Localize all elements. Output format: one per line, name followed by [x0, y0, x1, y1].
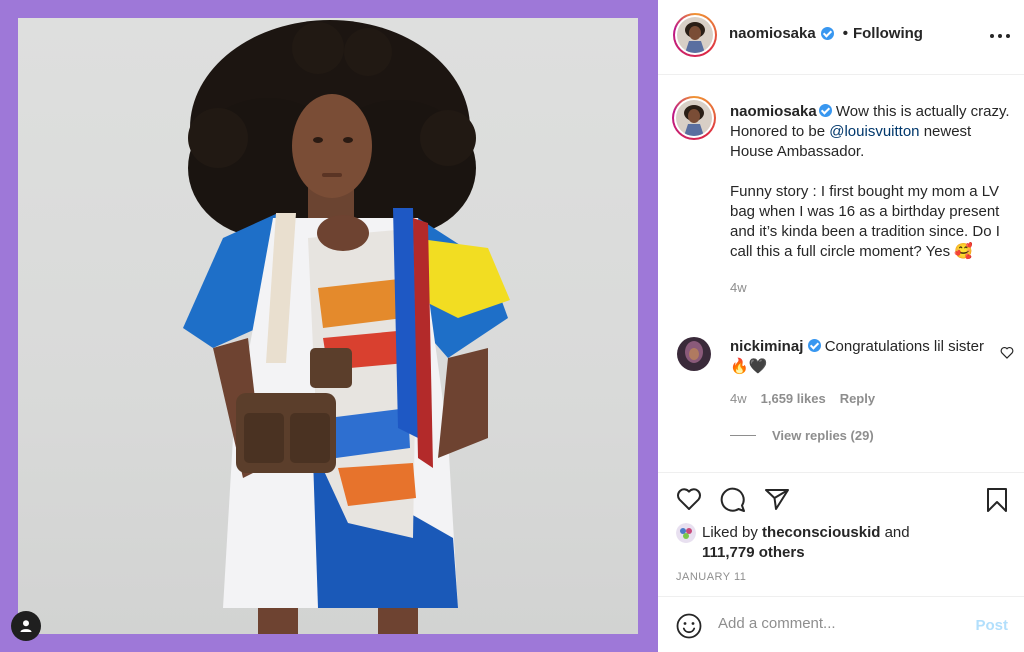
- likes-summary: Liked by theconsciouskid and 111,779 oth…: [676, 523, 910, 563]
- emoji-icon[interactable]: [676, 613, 702, 639]
- photo-frame: [0, 0, 658, 652]
- verified-icon: [818, 104, 832, 117]
- view-replies-button[interactable]: View replies (29): [730, 428, 874, 443]
- avatar-image: [677, 337, 711, 371]
- mention-link[interactable]: @louisvuitton: [829, 123, 919, 140]
- add-comment-bar: Post: [658, 596, 1024, 652]
- caption-timestamp[interactable]: 4w: [730, 278, 1012, 298]
- post-date[interactable]: JANUARY 11: [676, 571, 746, 583]
- photo-illustration: [183, 20, 510, 634]
- heart-icon[interactable]: [676, 487, 702, 511]
- share-icon[interactable]: [764, 487, 790, 511]
- follow-separator: •: [842, 25, 848, 42]
- comment-icon[interactable]: [720, 487, 746, 513]
- post-comment-button[interactable]: Post: [975, 617, 1008, 634]
- user-tag-icon: [20, 620, 32, 632]
- comment-body: nickiminaj Congratulations lil sister 🔥🖤: [730, 337, 990, 377]
- comment-like-heart-icon[interactable]: [1000, 346, 1014, 359]
- author-avatar[interactable]: [673, 13, 717, 57]
- avatar-image: [677, 17, 713, 53]
- author-username[interactable]: naomiosaka: [729, 25, 816, 42]
- verified-icon: [807, 339, 821, 352]
- comment-timestamp[interactable]: 4w: [730, 391, 747, 406]
- tagged-users-button[interactable]: [11, 611, 41, 641]
- post-caption: naomiosaka Wow this is actually crazy. H…: [730, 102, 1012, 298]
- bookmark-icon[interactable]: [986, 487, 1008, 513]
- post-header: naomiosaka • Following: [658, 0, 1024, 75]
- commenter-username[interactable]: nickiminaj: [730, 338, 803, 355]
- comments-list[interactable]: naomiosaka Wow this is actually crazy. H…: [658, 76, 1024, 472]
- comment-likes-count[interactable]: 1,659 likes: [761, 391, 826, 406]
- following-button[interactable]: Following: [853, 25, 923, 42]
- more-options-icon[interactable]: [990, 27, 1010, 45]
- likes-others[interactable]: 111,779 others: [702, 544, 805, 561]
- commenter-avatar[interactable]: [677, 337, 711, 371]
- avatar-image: [676, 523, 696, 543]
- verified-icon: [820, 27, 834, 40]
- comment-meta: 4w 1,659 likes Reply: [730, 391, 875, 406]
- liked-by-user[interactable]: theconsciouskid: [762, 524, 880, 541]
- caption-username[interactable]: naomiosaka: [730, 103, 817, 120]
- avatar-image: [676, 100, 712, 136]
- post-photo[interactable]: [18, 18, 638, 634]
- post-details-panel: naomiosaka • Following naomiosaka Wow th…: [658, 0, 1024, 652]
- caption-author-avatar[interactable]: [672, 96, 716, 140]
- liked-by-suffix: and: [880, 524, 910, 541]
- liker-avatar[interactable]: [676, 523, 696, 543]
- comment-input[interactable]: [718, 615, 958, 632]
- liked-by-prefix: Liked by: [702, 524, 763, 541]
- caption-text-part3: Funny story : I first bought my mom a LV…: [730, 183, 1000, 260]
- reply-button[interactable]: Reply: [840, 391, 875, 406]
- replies-divider: [730, 435, 756, 436]
- view-replies-label: View replies (29): [772, 428, 874, 443]
- post-actions: Liked by theconsciouskid and 111,779 oth…: [658, 472, 1024, 596]
